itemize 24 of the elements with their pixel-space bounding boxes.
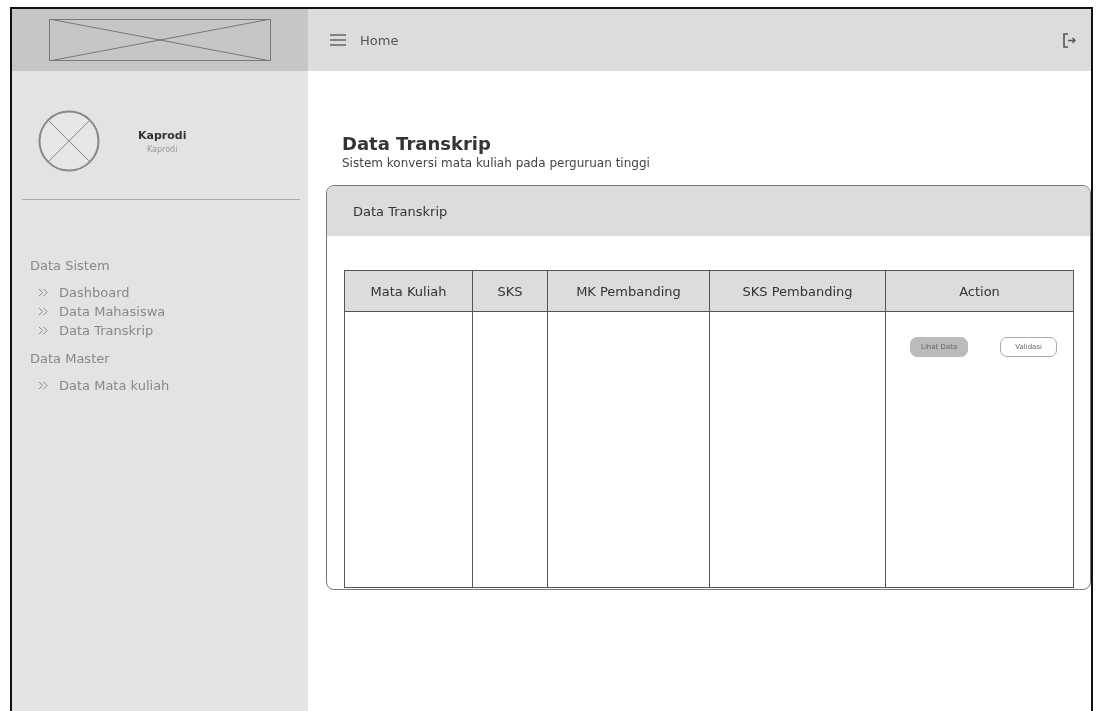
profile-role: Kaprodi bbox=[147, 144, 178, 154]
column-header: SKS bbox=[472, 270, 548, 312]
column-header: MK Pembanding bbox=[547, 270, 710, 312]
logout-icon[interactable] bbox=[1063, 32, 1077, 48]
card-title: Data Transkrip bbox=[353, 203, 448, 219]
double-chevron-icon bbox=[38, 381, 49, 390]
double-chevron-icon bbox=[38, 307, 49, 316]
sidebar-item[interactable]: Dashboard bbox=[30, 285, 308, 300]
avatar bbox=[38, 110, 100, 172]
menu-icon[interactable] bbox=[330, 34, 346, 46]
page-subtitle: Sistem konversi mata kuliah pada perguruan tinggi bbox=[342, 156, 651, 170]
sidebar-item[interactable]: Data Transkrip bbox=[30, 323, 308, 338]
double-chevron-icon bbox=[38, 326, 49, 335]
double-chevron-icon bbox=[38, 288, 49, 297]
sidebar-item[interactable]: Data Mata kuliah bbox=[30, 378, 308, 393]
column-header: SKS Pembanding bbox=[709, 270, 886, 312]
column-header: Mata Kuliah bbox=[344, 270, 473, 312]
column-header: Action bbox=[885, 270, 1074, 312]
sidebar-item[interactable]: Data Mahasiswa bbox=[30, 304, 308, 319]
header-title: Home bbox=[360, 32, 400, 48]
profile-name: Kaprodi bbox=[138, 128, 187, 142]
section-title: Data Master bbox=[30, 351, 111, 366]
section-title: Data Sistem bbox=[30, 258, 111, 273]
page-title: Data Transkrip bbox=[342, 133, 492, 154]
